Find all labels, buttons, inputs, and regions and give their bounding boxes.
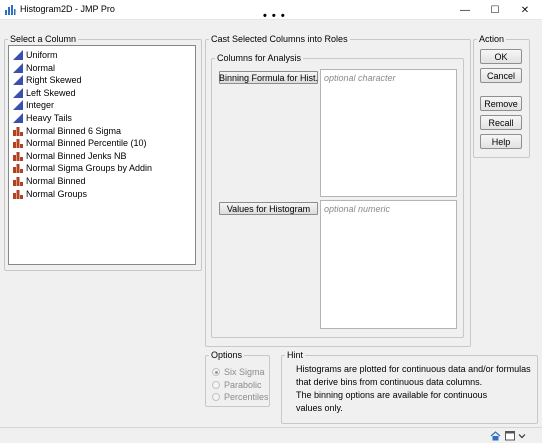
- radio-six-sigma[interactable]: Six Sigma: [212, 366, 265, 378]
- list-item[interactable]: Normal Binned: [13, 175, 86, 187]
- list-item[interactable]: Uniform: [13, 49, 58, 61]
- status-bar: [0, 427, 542, 443]
- help-button[interactable]: Help: [480, 134, 522, 149]
- close-button[interactable]: ✕: [508, 0, 542, 20]
- list-item-label: Uniform: [26, 50, 58, 60]
- ordinal-icon: [13, 139, 23, 149]
- list-item-label: Normal Binned Jenks NB: [26, 150, 127, 161]
- hint-legend: Hint: [287, 350, 304, 360]
- radio-button[interactable]: [212, 393, 220, 401]
- action-legend: Action: [479, 34, 505, 44]
- list-item-label: Normal Binned 6 Sigma: [26, 125, 122, 136]
- hint-line: Histograms are plotted for continuous da…: [296, 364, 531, 374]
- drag-handle[interactable]: • • •: [263, 11, 286, 22]
- window-title: Histogram2D - JMP Pro: [20, 4, 115, 14]
- columns-for-analysis-legend: Columns for Analysis: [217, 53, 302, 63]
- continuous-icon: [13, 100, 23, 111]
- options-legend: Options: [211, 350, 243, 360]
- continuous-icon: [13, 87, 23, 98]
- values-for-histogram-button[interactable]: Values for Histogram: [219, 202, 318, 215]
- binning-formula-button[interactable]: Binning Formula for Hist.: [219, 71, 318, 84]
- window-list-icon[interactable]: [505, 431, 516, 441]
- select-column-legend: Select a Column: [10, 34, 77, 44]
- list-item-label: Normal Binned: [26, 176, 86, 186]
- list-item-label: Normal Groups: [26, 188, 88, 199]
- continuous-icon: [13, 50, 23, 60]
- binning-formula-dropbox[interactable]: optional character: [320, 69, 457, 197]
- values-for-histogram-dropbox[interactable]: optional numeric: [320, 200, 457, 329]
- list-item-label: Heavy Tails: [26, 113, 72, 123]
- continuous-icon: [13, 62, 23, 73]
- chevron-down-icon[interactable]: [518, 431, 526, 441]
- binning-placeholder: optional character: [324, 73, 396, 83]
- hint-line: The binning options are available for co…: [296, 390, 488, 400]
- list-item[interactable]: Normal Groups: [13, 188, 87, 200]
- radio-label: Percentiles: [224, 392, 269, 402]
- ok-button[interactable]: OK: [480, 49, 522, 64]
- cancel-button[interactable]: Cancel: [480, 68, 522, 83]
- list-item[interactable]: Heavy Tails: [13, 112, 72, 124]
- jmp-app-icon: [4, 4, 16, 16]
- home-icon[interactable]: [490, 431, 501, 441]
- radio-label: Six Sigma: [224, 367, 265, 377]
- list-item-label: Normal Sigma Groups by Addin: [26, 163, 153, 174]
- maximize-button[interactable]: ☐: [478, 0, 512, 20]
- radio-button[interactable]: [212, 368, 220, 376]
- ordinal-icon: [13, 126, 23, 136]
- continuous-icon: [13, 75, 23, 86]
- radio-parabolic[interactable]: Parabolic: [212, 379, 262, 391]
- hint-line: values only.: [296, 403, 343, 413]
- list-item[interactable]: Normal: [13, 62, 55, 74]
- minimize-button[interactable]: —: [448, 0, 482, 20]
- column-listbox[interactable]: Uniform Normal Right Skewed Left Skewed Inte…: [8, 45, 196, 265]
- list-item-label: Right Skewed: [26, 75, 82, 86]
- recall-button[interactable]: Recall: [480, 115, 522, 130]
- list-item-label: Left Skewed: [26, 87, 76, 98]
- ordinal-icon: [13, 151, 23, 161]
- list-item[interactable]: Left Skewed: [13, 87, 76, 99]
- list-item[interactable]: Normal Binned Jenks NB: [13, 150, 127, 162]
- list-item[interactable]: Right Skewed: [13, 74, 82, 86]
- list-item[interactable]: Normal Sigma Groups by Addin: [13, 162, 152, 174]
- remove-button[interactable]: Remove: [480, 96, 522, 111]
- cast-roles-legend: Cast Selected Columns into Roles: [211, 34, 348, 44]
- list-item[interactable]: Normal Binned 6 Sigma: [13, 125, 121, 137]
- radio-label: Parabolic: [224, 380, 262, 390]
- radio-button[interactable]: [212, 381, 220, 389]
- ordinal-icon: [13, 189, 23, 199]
- hint-line: that derive bins from continuous data co…: [296, 377, 483, 387]
- list-item[interactable]: Normal Binned Percentile (10): [13, 137, 147, 149]
- values-placeholder: optional numeric: [324, 204, 391, 214]
- radio-percentiles[interactable]: Percentiles: [212, 391, 269, 403]
- ordinal-icon: [13, 164, 23, 174]
- ordinal-icon: [13, 177, 23, 186]
- list-item[interactable]: Integer: [13, 99, 54, 111]
- list-item-label: Normal: [26, 62, 56, 73]
- list-item-label: Normal Binned Percentile (10): [26, 138, 147, 149]
- continuous-icon: [13, 113, 23, 123]
- list-item-label: Integer: [26, 100, 55, 111]
